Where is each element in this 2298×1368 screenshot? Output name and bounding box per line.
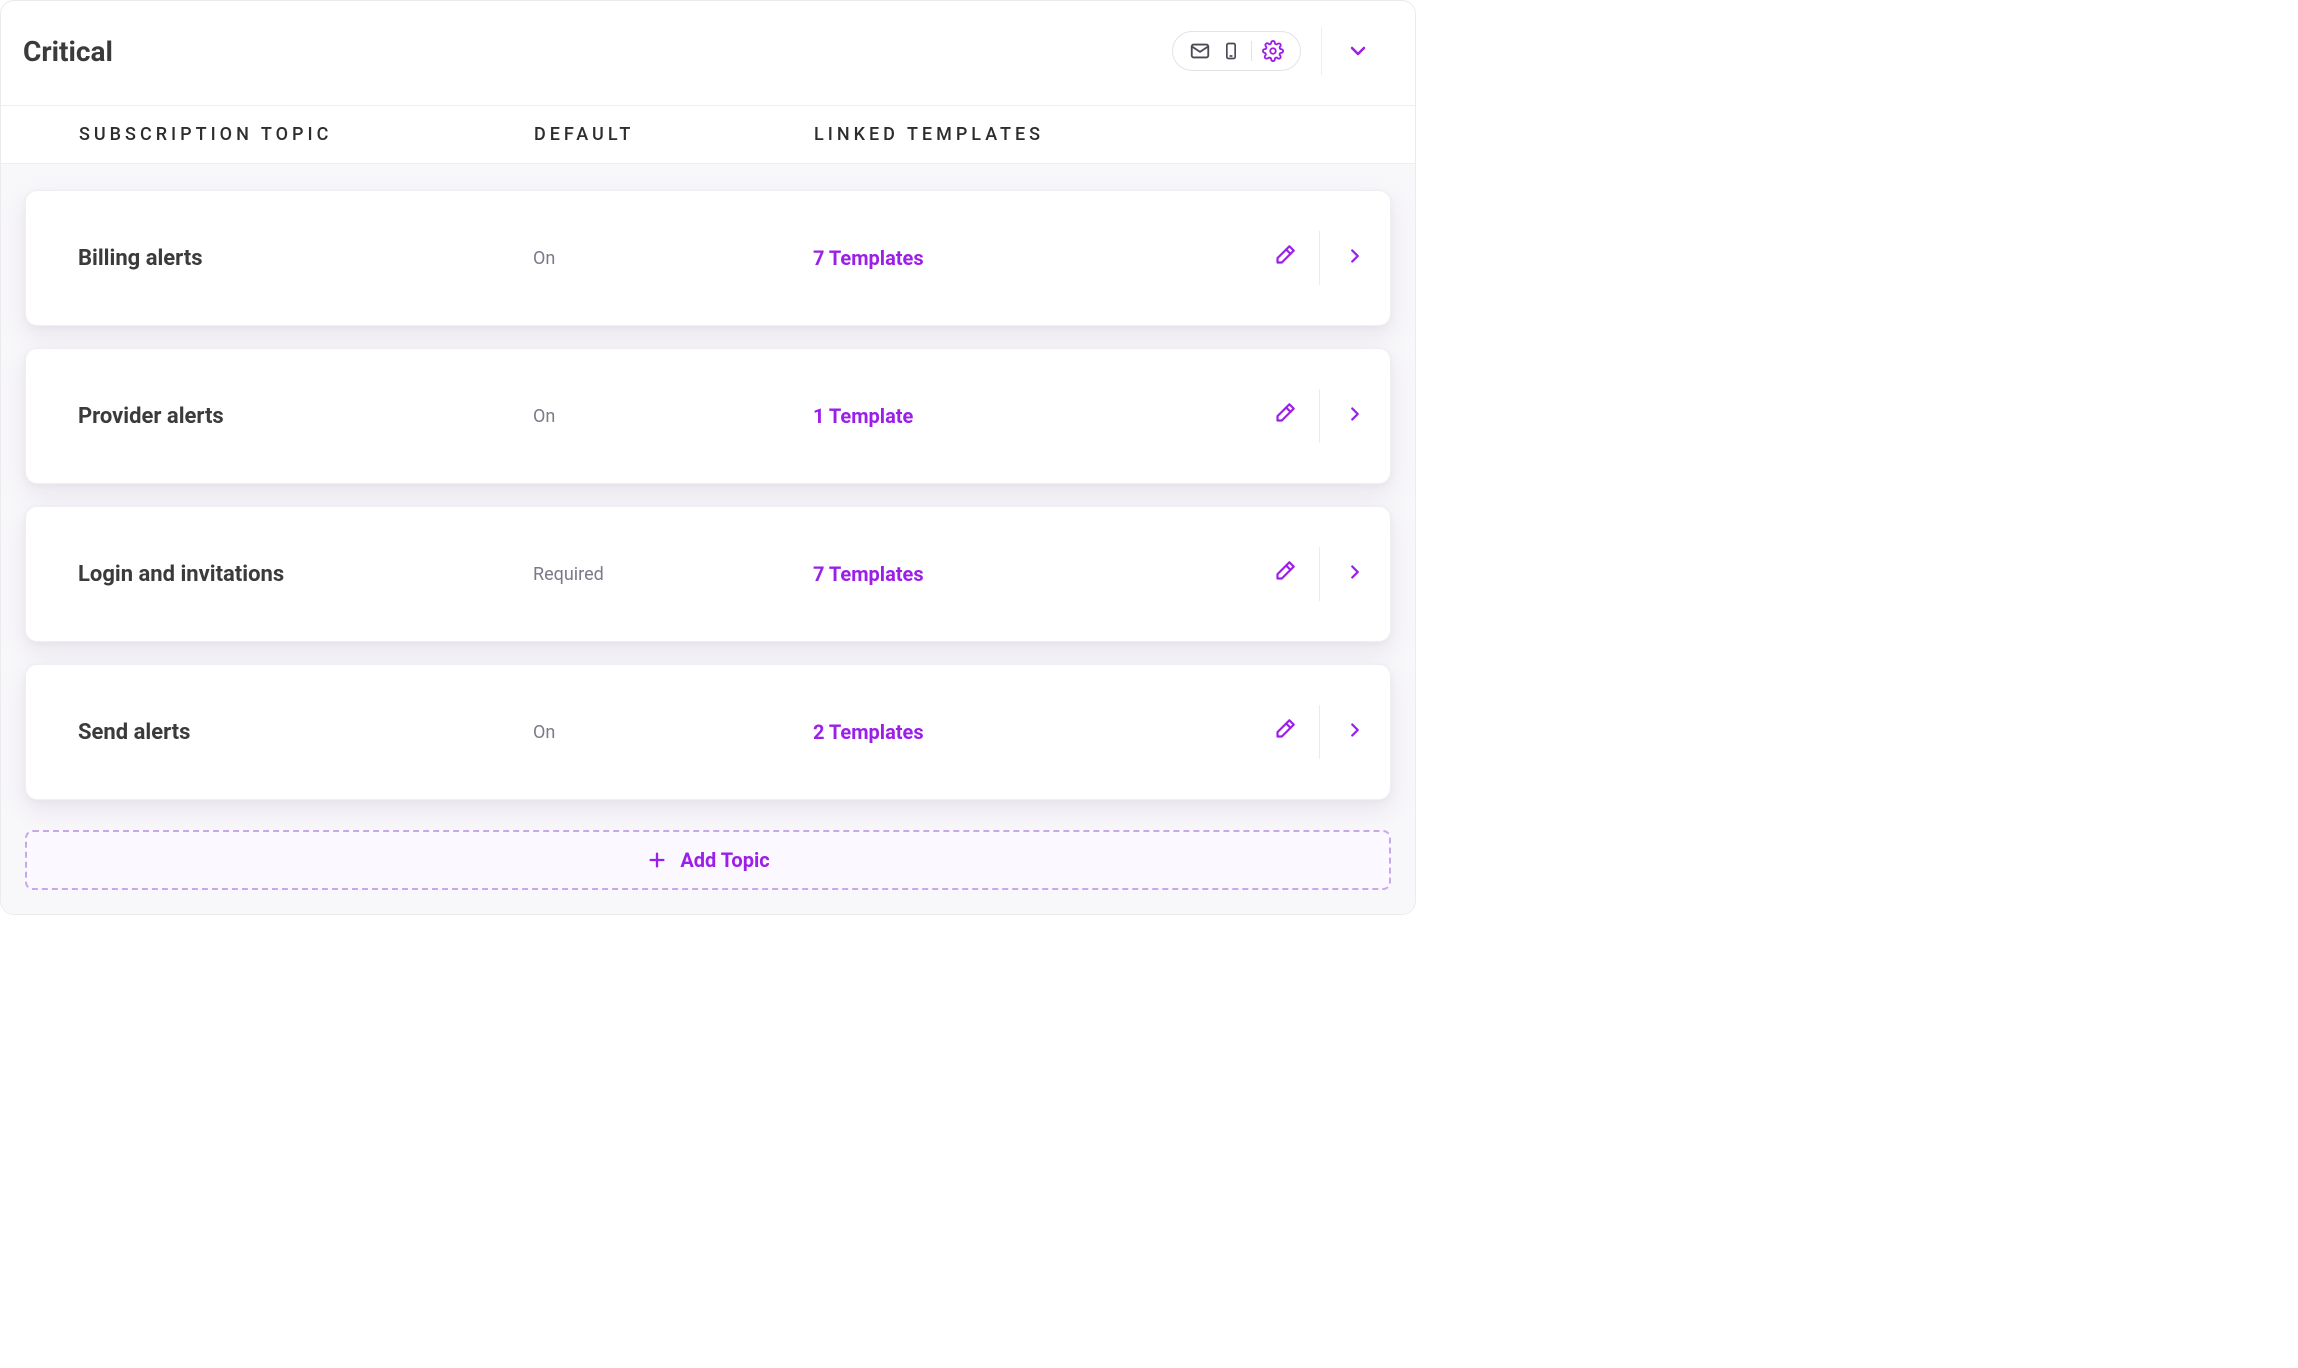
row-separator	[1319, 705, 1320, 759]
topic-default: Required	[533, 564, 813, 585]
topic-row: Billing alertsOn7 Templates	[25, 190, 1391, 326]
topic-templates-link[interactable]: 1 Template	[813, 404, 1230, 428]
row-actions	[1230, 231, 1390, 285]
pencil-icon	[1271, 717, 1297, 747]
edit-button[interactable]	[1257, 550, 1311, 598]
column-header-templates: LINKED TEMPLATES	[814, 124, 1255, 145]
panel-body: Billing alertsOn7 TemplatesProvider aler…	[1, 164, 1415, 914]
chevron-right-icon	[1344, 245, 1366, 271]
topic-name: Provider alerts	[78, 404, 533, 429]
chevron-right-icon	[1344, 561, 1366, 587]
row-separator	[1319, 547, 1320, 601]
topic-row: Provider alertsOn1 Template	[25, 348, 1391, 484]
pencil-icon	[1271, 559, 1297, 589]
row-expand-button[interactable]	[1328, 708, 1382, 756]
column-header-default: DEFAULT	[534, 124, 814, 145]
pill-separator	[1251, 41, 1252, 61]
column-headers: SUBSCRIPTION TOPIC DEFAULT LINKED TEMPLA…	[1, 106, 1415, 164]
chevron-down-icon	[1346, 39, 1370, 63]
pencil-icon	[1271, 401, 1297, 431]
row-separator	[1319, 231, 1320, 285]
channel-pill	[1172, 31, 1301, 71]
plus-icon	[646, 849, 668, 871]
expand-button[interactable]	[1321, 27, 1393, 75]
row-expand-button[interactable]	[1328, 550, 1382, 598]
chevron-right-icon	[1344, 403, 1366, 429]
topic-row: Send alertsOn2 Templates	[25, 664, 1391, 800]
topic-name: Billing alerts	[78, 246, 533, 271]
topic-templates-link[interactable]: 2 Templates	[813, 720, 1230, 744]
topic-default: On	[533, 406, 813, 427]
add-topic-label: Add Topic	[680, 848, 769, 872]
topic-default: On	[533, 248, 813, 269]
critical-panel: Critical	[0, 0, 1416, 915]
pencil-icon	[1271, 243, 1297, 273]
row-expand-button[interactable]	[1328, 392, 1382, 440]
gear-icon[interactable]	[1262, 40, 1284, 62]
topic-row: Login and invitationsRequired7 Templates	[25, 506, 1391, 642]
row-expand-button[interactable]	[1328, 234, 1382, 282]
mobile-icon[interactable]	[1221, 40, 1241, 62]
row-actions	[1230, 705, 1390, 759]
edit-button[interactable]	[1257, 392, 1311, 440]
edit-button[interactable]	[1257, 234, 1311, 282]
header-actions	[1172, 27, 1393, 75]
topic-templates-link[interactable]: 7 Templates	[813, 562, 1230, 586]
chevron-right-icon	[1344, 719, 1366, 745]
topic-templates-link[interactable]: 7 Templates	[813, 246, 1230, 270]
add-topic-button[interactable]: Add Topic	[25, 830, 1391, 890]
topic-name: Send alerts	[78, 720, 533, 745]
topic-name: Login and invitations	[78, 562, 533, 587]
row-actions	[1230, 547, 1390, 601]
column-header-topic: SUBSCRIPTION TOPIC	[79, 124, 534, 145]
row-separator	[1319, 389, 1320, 443]
panel-header: Critical	[1, 1, 1415, 106]
edit-button[interactable]	[1257, 708, 1311, 756]
topic-default: On	[533, 722, 813, 743]
row-actions	[1230, 389, 1390, 443]
panel-title: Critical	[23, 35, 113, 68]
email-icon[interactable]	[1189, 40, 1211, 62]
